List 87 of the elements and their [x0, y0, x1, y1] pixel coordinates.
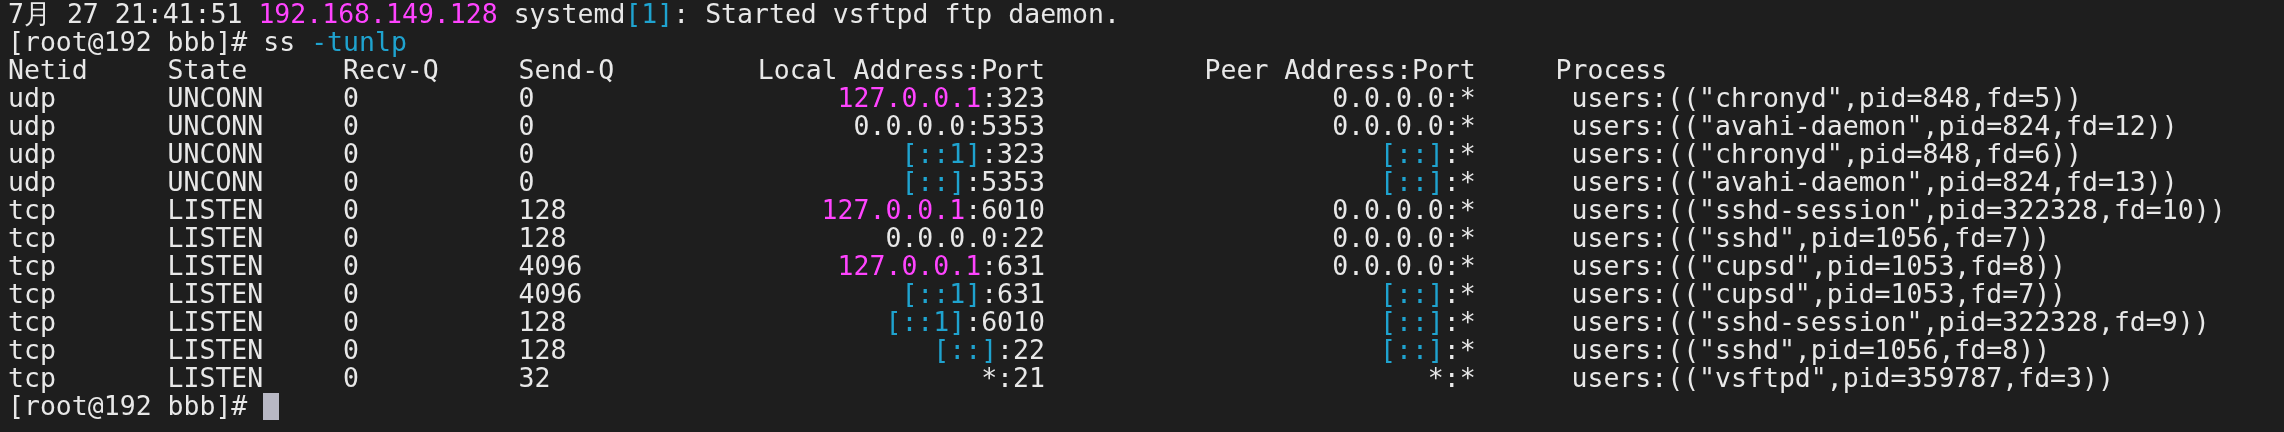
- table-cell-text: tcp: [8, 308, 57, 336]
- table-cell-text: 128: [518, 196, 568, 224]
- table-cell-text: 0: [518, 84, 536, 112]
- table-cell: users:(("cupsd",pid=1053,fd=8)): [1571, 252, 2067, 280]
- table-cell-text: tcp: [8, 224, 57, 252]
- table-cell-text: 0: [343, 112, 360, 140]
- table-cell-text: [::1]:6010: [884, 308, 1045, 336]
- table-cell: users:(("cupsd",pid=1053,fd=7)): [1571, 280, 2067, 308]
- table-cell: users:(("sshd-session",pid=322328,fd=10)): [1571, 196, 2226, 224]
- table-cell-text: udp: [8, 112, 57, 140]
- table-cell: users:(("sshd-session",pid=322328,fd=9)): [1571, 308, 2210, 336]
- table-cell-text: 0: [343, 196, 360, 224]
- table-cell-text: 128: [518, 308, 568, 336]
- table-cell: users:(("avahi-daemon",pid=824,fd=12)): [1571, 112, 2178, 140]
- table-cell-text: 0: [343, 280, 360, 308]
- table-cell-text: tcp: [8, 364, 57, 392]
- table-cell-text: 0: [343, 364, 360, 392]
- table-cell-text: 0: [343, 84, 360, 112]
- table-cell-text: udp: [8, 140, 57, 168]
- table-cell-text: 127.0.0.1:631: [836, 252, 1045, 280]
- table-cell-text: 0: [343, 308, 360, 336]
- table-cell-text: 0: [518, 140, 536, 168]
- table-cell-text: 0.0.0.0:*: [1331, 224, 1476, 252]
- table-cell-text: UNCONN: [167, 84, 265, 112]
- table-cell-text: tcp: [8, 196, 57, 224]
- table-cell-text: [::]:*: [1379, 140, 1476, 168]
- column-header: Netid: [8, 56, 88, 84]
- table-cell-text: [::]:5353: [900, 168, 1045, 196]
- column-header: Recv-Q: [343, 56, 440, 84]
- table-cell-text: [::]:*: [1379, 280, 1476, 308]
- table-cell-text: 0.0.0.0:*: [1331, 252, 1476, 280]
- table-cell-text: 0.0.0.0:*: [1331, 196, 1476, 224]
- column-header: Send-Q: [518, 56, 616, 84]
- table-cell: users:(("sshd",pid=1056,fd=7)): [1571, 224, 2051, 252]
- table-cell-text: [::]:*: [1379, 308, 1476, 336]
- table-cell-text: [::]:*: [1379, 336, 1476, 364]
- table-cell-text: 0.0.0.0:5353: [852, 112, 1045, 140]
- table-cell-text: tcp: [8, 252, 57, 280]
- table-cell-text: 128: [518, 336, 568, 364]
- table-cell-text: LISTEN: [167, 252, 265, 280]
- table-cell: users:(("chronyd",pid=848,fd=5)): [1571, 84, 2082, 112]
- table-cell: users:(("vsftpd",pid=359787,fd=3)): [1571, 364, 2114, 392]
- shell-prompt: [root@192 bbb]#: [8, 392, 248, 420]
- table-cell-text: LISTEN: [167, 196, 265, 224]
- table-cell-text: LISTEN: [167, 336, 265, 364]
- table-cell-text: LISTEN: [167, 364, 265, 392]
- table-cell-text: 32: [518, 364, 552, 392]
- table-cell-text: tcp: [8, 336, 57, 364]
- table-cell-text: *:21: [981, 364, 1045, 392]
- table-cell-text: 0: [343, 140, 360, 168]
- table-cell-text: udp: [8, 168, 57, 196]
- table-cell-text: [::1]:323: [900, 140, 1045, 168]
- table-cell-text: 0.0.0.0:*: [1331, 112, 1476, 140]
- table-cell-text: udp: [8, 84, 57, 112]
- table-cell-text: tcp: [8, 280, 57, 308]
- table-cell-text: 4096: [518, 280, 584, 308]
- table-cell-text: 0.0.0.0:22: [884, 224, 1045, 252]
- command-line: [root@192 bbb]# ss -tunlp: [8, 28, 407, 56]
- table-cell: users:(("chronyd",pid=848,fd=6)): [1571, 140, 2082, 168]
- table-cell-text: UNCONN: [167, 140, 265, 168]
- column-header: Process: [1555, 56, 1668, 84]
- table-cell-text: 0: [518, 168, 536, 196]
- table-cell-text: LISTEN: [167, 280, 265, 308]
- table-cell-text: LISTEN: [167, 308, 265, 336]
- log-line: 7月 27 21:41:51 192.168.149.128 systemd[1]: Started vsftpd ftp daemon.: [8, 0, 1120, 28]
- table-cell: users:(("sshd",pid=1056,fd=8)): [1571, 336, 2051, 364]
- table-cell-text: LISTEN: [167, 224, 265, 252]
- table-cell-text: 127.0.0.1:6010: [820, 196, 1045, 224]
- table-cell-text: [::]:22: [933, 336, 1045, 364]
- table-cell-text: 0: [518, 112, 536, 140]
- table-cell-text: 0: [343, 168, 360, 196]
- table-cell-text: 128: [518, 224, 568, 252]
- table-cell-text: UNCONN: [167, 112, 265, 140]
- column-header: Peer Address:Port: [1203, 56, 1476, 84]
- column-header: State: [167, 56, 249, 84]
- table-cell-text: 127.0.0.1:323: [836, 84, 1045, 112]
- table-cell-text: 0.0.0.0:*: [1331, 84, 1476, 112]
- table-cell-text: [::1]:631: [900, 280, 1045, 308]
- table-cell-text: 0: [343, 336, 360, 364]
- table-cell-text: *:*: [1427, 364, 1476, 392]
- table-cell-text: 0: [343, 252, 360, 280]
- table-cell: users:(("avahi-daemon",pid=824,fd=13)): [1571, 168, 2178, 196]
- table-cell-text: 4096: [518, 252, 584, 280]
- column-header: Local Address:Port: [756, 56, 1045, 84]
- table-cell-text: [::]:*: [1379, 168, 1476, 196]
- table-cell-text: 0: [343, 224, 360, 252]
- table-cell-text: UNCONN: [167, 168, 265, 196]
